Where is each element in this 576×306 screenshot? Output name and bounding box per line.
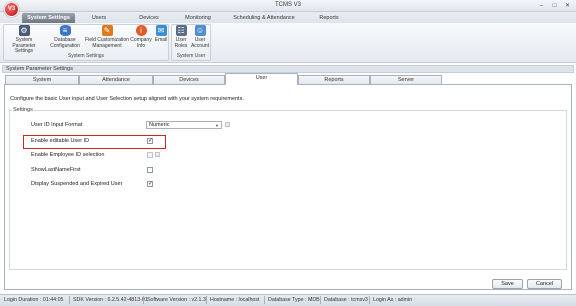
separator <box>143 296 144 304</box>
menu-tab-reports[interactable]: Reports <box>315 13 343 23</box>
menu-tab-system-settings[interactable]: System Settings <box>22 13 75 23</box>
button-label: Info <box>136 42 146 49</box>
tab-reports[interactable]: Reports <box>298 75 370 84</box>
user-id-format-label: User ID Input Format <box>31 122 83 128</box>
database-name: Database : tcmsv3 <box>324 297 368 303</box>
tab-system[interactable]: System <box>5 75 79 84</box>
tab-user[interactable]: User <box>225 73 298 85</box>
tab-server[interactable]: Server <box>370 75 442 84</box>
menu-tab-monitoring[interactable]: Monitoring <box>182 13 214 23</box>
settings-group-label: Settings <box>12 107 34 113</box>
display-suspended-checkbox[interactable]: ✓ <box>147 181 153 187</box>
email-icon: ✉ <box>155 25 167 36</box>
hostname: Hostname : localhost <box>210 297 260 303</box>
database-type: Database Type : MDB <box>268 297 320 303</box>
menu-tab-devices[interactable]: Devices <box>134 13 164 23</box>
sdk-version: SDK Version : 6.2.5.42-4813-01 <box>73 297 148 303</box>
menu-tab-users[interactable]: Users <box>86 13 112 23</box>
separator <box>264 296 265 304</box>
employee-id-label: Enable Employee ID selection <box>31 152 105 158</box>
login-as: Login As : admin <box>373 297 413 303</box>
user-id-format-select[interactable]: Numeric ▼ <box>146 121 222 129</box>
employee-id-checkbox[interactable] <box>147 152 153 158</box>
save-button[interactable]: Save <box>492 279 523 289</box>
button-label: Roles <box>174 42 188 49</box>
maximize-button[interactable]: □ <box>550 2 559 10</box>
separator <box>320 296 321 304</box>
database-icon: ≡ <box>59 25 71 36</box>
cancel-button[interactable]: Cancel <box>527 279 562 289</box>
chevron-down-icon: ▼ <box>215 123 219 128</box>
database-configuration-button[interactable]: ≡ Database Configuration <box>47 25 83 51</box>
user-account-button[interactable]: ☺ User Account <box>190 25 210 51</box>
user-account-icon: ☺ <box>194 25 206 36</box>
settings-group <box>9 110 567 270</box>
show-last-name-first-label: ShowLastNameFirst <box>31 167 81 173</box>
user-roles-icon: ☷ <box>175 25 187 36</box>
lock-icon: □ <box>225 122 230 127</box>
separator <box>69 296 70 304</box>
lock-icon: □ <box>155 152 160 157</box>
description-text: Configure the basic User input and User … <box>10 96 244 102</box>
tab-devices[interactable]: Devices <box>153 75 225 84</box>
gears-icon: ⚙ <box>18 25 30 36</box>
tab-attendance[interactable]: Attendance <box>79 75 153 84</box>
button-label: System Parameter <box>12 37 36 49</box>
system-parameter-settings-button[interactable]: ⚙ System Parameter Settings <box>5 25 43 54</box>
select-value: Numeric <box>149 122 170 128</box>
button-label: Management <box>92 42 122 49</box>
menu-tab-scheduling-attendance[interactable]: Scheduling & Attendance <box>232 13 296 23</box>
email-button[interactable]: ✉ Email <box>153 25 169 51</box>
login-duration: Login Duration : 01:44:05 <box>4 297 64 303</box>
user-roles-button[interactable]: ☷ User Roles <box>172 25 190 51</box>
group-label: System Settings <box>67 53 105 59</box>
software-version: Software Version : v2.1.3 <box>147 297 206 303</box>
close-button[interactable]: ✕ <box>563 2 572 10</box>
show-last-name-first-checkbox[interactable] <box>147 167 153 173</box>
field-customization-button[interactable]: ✎ Field Customization Management <box>84 25 130 51</box>
minimize-button[interactable]: – <box>537 2 546 10</box>
window-title: TCMS V3 <box>274 2 301 8</box>
separator <box>206 296 207 304</box>
separator <box>369 296 370 304</box>
editable-user-id-label: Enable editable User ID <box>31 138 90 144</box>
button-label: Email <box>154 37 168 43</box>
editable-user-id-checkbox[interactable]: ✓ <box>147 138 153 144</box>
info-icon: i <box>135 25 147 36</box>
group-label: System User <box>176 53 206 59</box>
button-label: Account <box>190 42 210 49</box>
panel-header: System Parameter Settings <box>2 65 574 73</box>
app-logo: V3 <box>4 2 19 17</box>
pencil-icon: ✎ <box>101 25 113 36</box>
company-info-button[interactable]: i Company Info <box>130 25 152 51</box>
button-label: Configuration <box>50 42 80 49</box>
display-suspended-label: Display Suspended and Expired User <box>31 181 123 187</box>
